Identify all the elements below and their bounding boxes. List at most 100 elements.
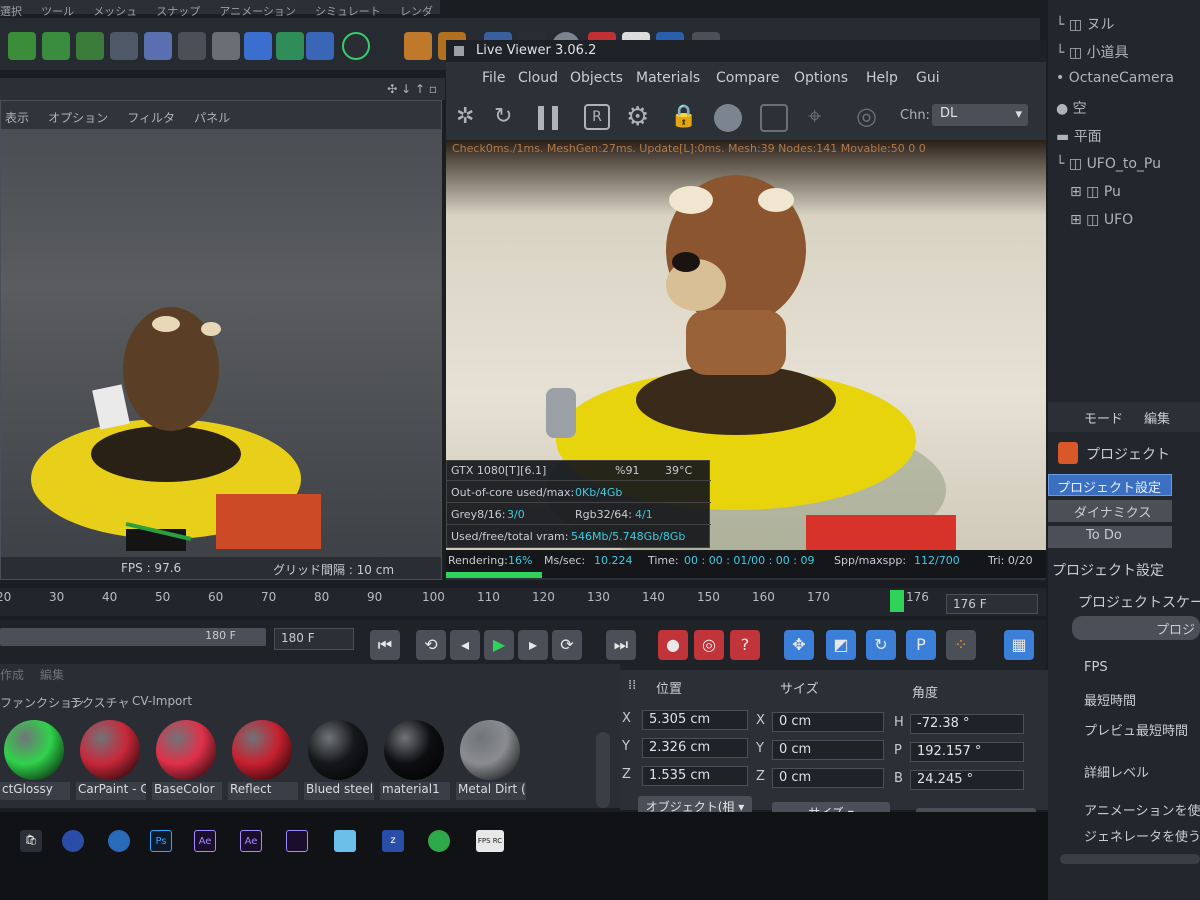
play-button[interactable]: ▶ xyxy=(484,630,514,660)
z-icon[interactable]: z xyxy=(382,830,404,852)
camera-icon[interactable] xyxy=(178,32,206,60)
playhead-marker[interactable] xyxy=(890,590,904,612)
store-icon[interactable]: 🛍 xyxy=(20,830,42,852)
pin-icon[interactable]: ⌖ xyxy=(808,102,822,130)
viewport-menu-filter[interactable]: フィルタ xyxy=(127,111,175,125)
viewport-menu-display[interactable]: 表示 xyxy=(5,111,29,125)
attr-mode-menu[interactable]: モード xyxy=(1084,408,1123,427)
cube-c-icon[interactable] xyxy=(306,32,334,60)
menu-mesh[interactable]: メッシュ xyxy=(93,5,137,18)
material-item[interactable]: Metal Dirt ( xyxy=(456,720,526,804)
tree-item-pu[interactable]: ⊞ ◫ Pu xyxy=(1070,184,1121,200)
tree-item-ufo[interactable]: ⊞ ◫ UFO xyxy=(1070,212,1133,228)
lv-menu-materials[interactable]: Materials xyxy=(636,70,700,86)
coords-rot-field[interactable]: 24.245 ° xyxy=(910,770,1024,790)
lv-menu-objects[interactable]: Objects xyxy=(570,70,623,86)
tree-item-sky[interactable]: ● 空 xyxy=(1056,98,1087,118)
fpsrec-icon[interactable]: FPS RC xyxy=(476,830,504,852)
menu-select[interactable]: 選択 xyxy=(0,5,22,18)
attr-tab-project-settings[interactable]: プロジェクト設定 xyxy=(1048,474,1172,496)
material-item[interactable]: Blued steel xyxy=(304,720,374,804)
coords-rot-field[interactable]: 192.157 ° xyxy=(910,742,1024,762)
keyframe-help-button[interactable]: ? xyxy=(730,630,760,660)
tree-item-camera[interactable]: • OctaneCamera xyxy=(1056,70,1174,86)
next-key-button[interactable]: ⟳ xyxy=(552,630,582,660)
lv-menu-compare[interactable]: Compare xyxy=(716,70,780,86)
attr-scrollbar[interactable] xyxy=(1060,854,1200,864)
live-viewer-titlebar[interactable]: Live Viewer 3.06.2 xyxy=(446,40,1046,62)
coords-pos-field[interactable]: 2.326 cm xyxy=(642,738,748,758)
go-to-start-button[interactable]: ⏮ xyxy=(370,630,400,660)
material-item[interactable]: BaseColor xyxy=(152,720,222,804)
cube-blue-icon[interactable] xyxy=(244,32,272,60)
key-scale-icon[interactable]: ◩ xyxy=(826,630,856,660)
mat-menu-texture[interactable]: テクスチャ xyxy=(70,694,130,711)
web-icon[interactable] xyxy=(108,830,130,852)
generator-icon[interactable] xyxy=(42,32,70,60)
timeline-ruler[interactable]: 20 30 40 50 60 70 80 90 100 110 120 130 140 150 160 170… xyxy=(0,588,1046,616)
material-item[interactable]: ctGlossy xyxy=(0,720,70,804)
coords-size-field[interactable]: 0 cm xyxy=(772,768,884,788)
end-frame-field[interactable]: 180 F xyxy=(274,628,354,650)
lock-icon[interactable]: 🔒 xyxy=(670,104,697,129)
lv-menu-cloud[interactable]: Cloud xyxy=(518,70,558,86)
record-key-button[interactable]: ● xyxy=(658,630,688,660)
coords-pos-field[interactable]: 5.305 cm xyxy=(642,710,748,730)
compare-icon[interactable] xyxy=(760,104,788,132)
array-icon[interactable] xyxy=(144,32,172,60)
lv-menu-gui[interactable]: Gui xyxy=(916,70,940,86)
aftereffects-icon[interactable]: Ae xyxy=(194,830,216,852)
viewport-menu-options[interactable]: オプション xyxy=(48,111,108,125)
menu-tools[interactable]: ツール xyxy=(41,5,74,18)
viewport-nav-icons[interactable]: ✣ ↓ ↑ ▫ xyxy=(387,82,437,96)
cube-icon[interactable] xyxy=(334,830,356,852)
tree-item-ufo-to-pu[interactable]: └ ◫ UFO_to_Pu xyxy=(1056,156,1161,172)
coords-pos-field[interactable]: 1.535 cm xyxy=(642,766,748,786)
lv-menu-help[interactable]: Help xyxy=(866,70,898,86)
cube-orange-icon[interactable] xyxy=(404,32,432,60)
prev-key-button[interactable]: ⟲ xyxy=(416,630,446,660)
coords-rot-field[interactable]: -72.38 ° xyxy=(910,714,1024,734)
attr-tab-todo[interactable]: To Do xyxy=(1048,526,1172,548)
photoshop-icon[interactable]: Ps xyxy=(150,830,172,852)
film-strip-icon[interactable]: ▦ xyxy=(1004,630,1034,660)
gear-icon[interactable]: ✲ xyxy=(456,104,474,129)
tree-item-props[interactable]: └ ◫ 小道具 xyxy=(1056,42,1129,62)
auto-key-button[interactable]: ◎ xyxy=(694,630,724,660)
lv-menu-options[interactable]: Options xyxy=(794,70,848,86)
browser-icon[interactable] xyxy=(62,830,84,852)
coords-size-field[interactable]: 0 cm xyxy=(772,740,884,760)
premiere-icon[interactable] xyxy=(286,830,308,852)
current-frame-field[interactable]: 176 F xyxy=(946,594,1038,614)
menu-snap[interactable]: スナップ xyxy=(156,5,200,18)
polygon-icon[interactable] xyxy=(8,32,36,60)
material-item[interactable]: Reflect xyxy=(228,720,298,804)
key-rotation-icon[interactable]: ↻ xyxy=(866,630,896,660)
cube-green-icon[interactable] xyxy=(276,32,304,60)
channel-select[interactable]: DL ▾ xyxy=(932,104,1028,126)
mat-menu-create[interactable]: 作成 xyxy=(0,666,24,683)
mat-menu-cv-import[interactable]: CV-Import xyxy=(132,694,192,708)
refresh-icon[interactable]: ↻ xyxy=(494,104,512,129)
material-sphere-icon[interactable] xyxy=(714,104,742,132)
pause-icon[interactable] xyxy=(538,106,558,130)
key-position-icon[interactable]: ✥ xyxy=(784,630,814,660)
editor-viewport[interactable]: 表示 オプション フィルタ パネル FPS : 97.6 グリッド間隔 : 10… xyxy=(0,100,442,580)
spline-icon[interactable] xyxy=(110,32,138,60)
key-parameter-icon[interactable]: P xyxy=(906,630,936,660)
mat-menu-edit[interactable]: 編集 xyxy=(40,666,64,683)
viewport-scene[interactable] xyxy=(1,129,441,579)
go-to-end-button[interactable]: ⏭ xyxy=(606,630,636,660)
settings-gear-icon[interactable]: ⚙ xyxy=(626,102,649,132)
attr-edit-menu[interactable]: 編集 xyxy=(1144,408,1170,427)
material-scrollbar[interactable] xyxy=(596,732,610,808)
octane-logo-icon[interactable] xyxy=(342,32,370,60)
menu-animation[interactable]: アニメーション xyxy=(219,5,296,18)
lv-menu-file[interactable]: File xyxy=(482,70,505,86)
viewport-menu-panel[interactable]: パネル xyxy=(194,111,230,125)
attr-tab-dynamics[interactable]: ダイナミクス xyxy=(1048,500,1172,522)
coords-size-field[interactable]: 0 cm xyxy=(772,712,884,732)
globe-icon[interactable] xyxy=(428,830,450,852)
tree-item-plane[interactable]: ▬ 平面 xyxy=(1056,126,1102,146)
menu-simulate[interactable]: シミュレート xyxy=(315,5,381,18)
